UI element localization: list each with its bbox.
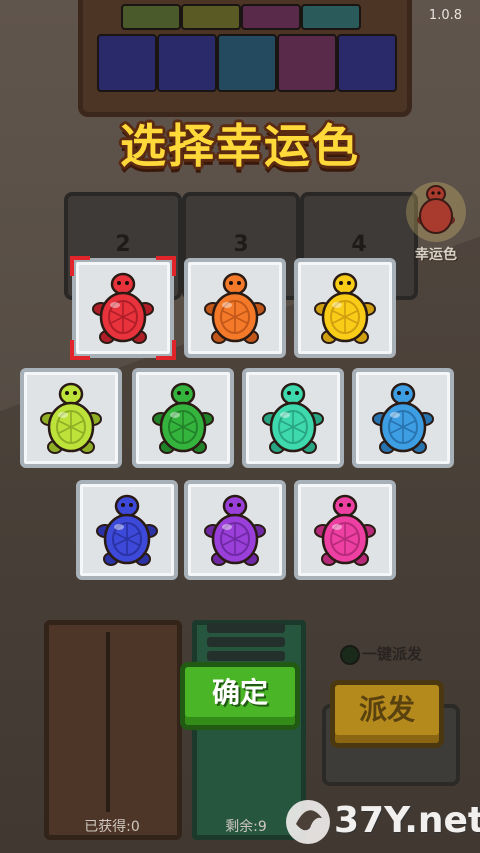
color-tile-pink[interactable] [294, 480, 396, 580]
color-tile-indigo[interactable] [76, 480, 178, 580]
slot-number: 3 [233, 232, 249, 257]
turtle-icon [152, 382, 214, 454]
bag-shelf [78, 0, 412, 117]
turtle-icon [40, 382, 102, 454]
obtained-count: 已获得:0 [84, 819, 140, 835]
color-tile-green[interactable] [132, 368, 234, 468]
shelf-bag [181, 4, 241, 30]
dispatch-button[interactable]: 派发 [330, 680, 444, 748]
color-tile-orange[interactable] [184, 258, 286, 358]
remaining-count: 剩余:9 [225, 819, 267, 835]
color-tile-red[interactable] [70, 256, 176, 360]
watermark: 37Y.net [284, 794, 480, 850]
watermark-text: 37Y.net [334, 800, 480, 841]
shelf-bag [301, 4, 361, 30]
lucky-color-label: 幸运色 [415, 247, 457, 263]
lucky-color-badge [404, 176, 468, 246]
version-label: 1.0.8 [428, 8, 462, 23]
one-click-dispatch-label: 一键派发 [362, 645, 423, 663]
slot-number: 4 [351, 232, 367, 257]
stack-bag [207, 651, 285, 661]
selection-corner [70, 340, 90, 360]
page-title: 选择幸运色 [120, 119, 360, 173]
turtle-icon [96, 494, 158, 566]
wardrobe-divider [106, 632, 110, 812]
turtle-icon [314, 494, 376, 566]
color-tile-teal[interactable] [242, 368, 344, 468]
selection-corner [70, 256, 90, 276]
color-tile-purple[interactable] [184, 480, 286, 580]
turtle-icon [204, 272, 266, 344]
shelf-bag [157, 34, 217, 92]
color-tile-lime[interactable] [20, 368, 122, 468]
selection-corner [156, 256, 176, 276]
turtle-icon [314, 272, 376, 344]
shelf-bag [277, 34, 337, 92]
shelf-bag [241, 4, 301, 30]
shelf-bag [217, 34, 277, 92]
color-tile-blue[interactable] [352, 368, 454, 468]
shelf-bag [337, 34, 397, 92]
watermark-logo-icon [286, 800, 330, 844]
wardrobe [44, 620, 182, 840]
check-icon[interactable] [340, 645, 360, 665]
color-tile-yellow[interactable] [294, 258, 396, 358]
turtle-icon [204, 494, 266, 566]
confirm-button[interactable]: 确定 [180, 662, 300, 730]
slot-number: 2 [115, 232, 131, 257]
stack-bag [207, 623, 285, 633]
shelf-bag [97, 34, 157, 92]
lucky-turtle-icon [406, 182, 466, 242]
turtle-icon [92, 272, 154, 344]
selection-corner [156, 340, 176, 360]
turtle-icon [372, 382, 434, 454]
shelf-bag [121, 4, 181, 30]
turtle-icon [262, 382, 324, 454]
stack-bag [207, 637, 285, 647]
